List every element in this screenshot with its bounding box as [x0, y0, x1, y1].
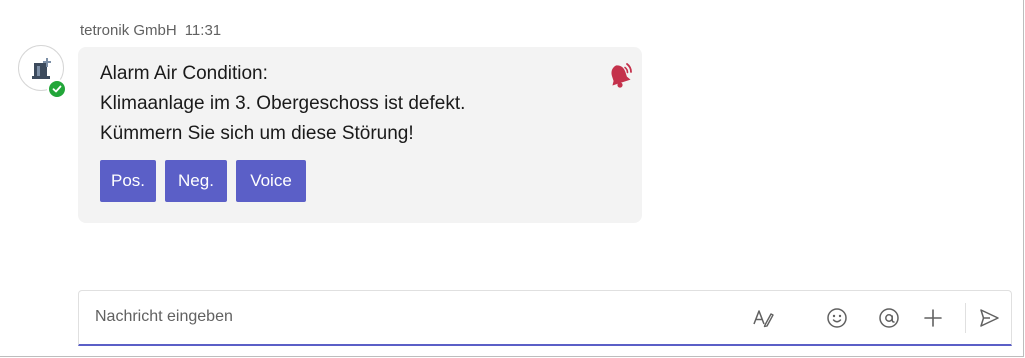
alarm-bell-icon — [611, 63, 632, 88]
message-time: 11:31 — [184, 22, 222, 39]
neg-button[interactable]: Neg. — [165, 160, 227, 202]
chat-pane: tetronik GmbH 11:31 Alarm Air Condition: … — [0, 0, 1024, 357]
message-header: tetronik GmbH 11:31 — [80, 22, 221, 39]
pos-button[interactable]: Pos. — [100, 160, 156, 202]
building-logo-icon — [32, 58, 51, 79]
format-button[interactable] — [751, 306, 775, 330]
send-button[interactable] — [977, 306, 1001, 330]
format-icon — [753, 310, 774, 328]
send-icon — [980, 309, 999, 327]
mention-icon — [879, 308, 899, 328]
presence-available-icon — [47, 79, 67, 99]
add-button[interactable] — [921, 306, 945, 330]
sender-name: tetronik GmbH — [80, 22, 177, 39]
toolbar-divider — [965, 303, 966, 333]
message-line-instruction: Kümmern Sie sich um diese Störung! — [100, 123, 414, 144]
emoji-button[interactable] — [825, 306, 849, 330]
message-bubble: Alarm Air Condition: Klimaanlage im 3. O… — [78, 47, 642, 223]
emoji-icon — [827, 308, 847, 328]
compose-box — [78, 290, 1012, 346]
mention-button[interactable] — [877, 306, 901, 330]
message-line-title: Alarm Air Condition: — [100, 63, 268, 84]
voice-button[interactable]: Voice — [236, 160, 306, 202]
message-line-body: Klimaanlage im 3. Obergeschoss ist defek… — [100, 93, 466, 114]
add-icon — [924, 309, 942, 327]
message-input[interactable] — [95, 305, 735, 329]
